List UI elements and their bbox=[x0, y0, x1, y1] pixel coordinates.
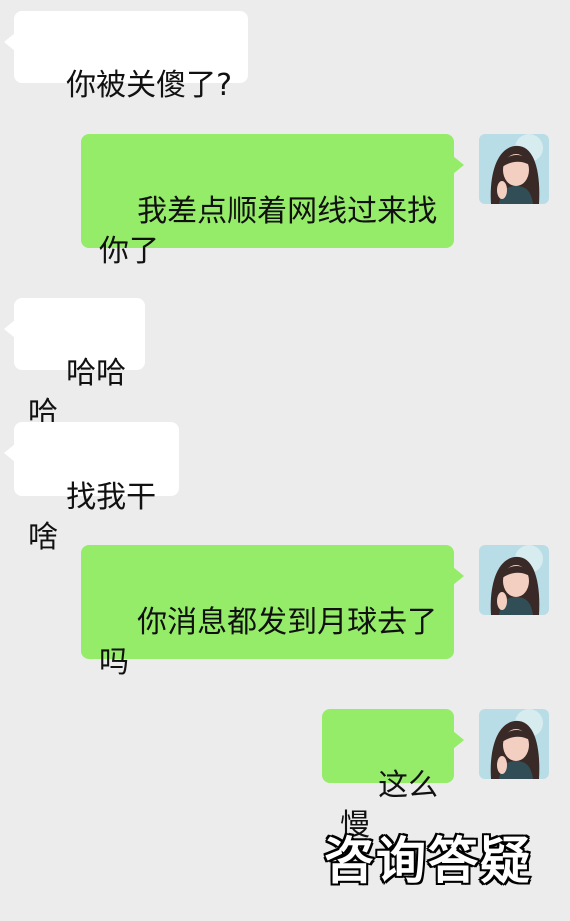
outgoing-message[interactable]: 我差点顺着网线过来找你了 bbox=[81, 134, 464, 269]
message-text: 你被关傻了? bbox=[66, 68, 233, 103]
incoming-message[interactable]: 找我干啥 bbox=[4, 422, 179, 555]
user-avatar[interactable] bbox=[479, 709, 549, 779]
message-text: 找我干啥 bbox=[28, 480, 157, 555]
outgoing-message[interactable]: 你消息都发到月球去了吗 bbox=[81, 545, 464, 680]
user-avatar[interactable] bbox=[479, 545, 549, 615]
message-text: 哈哈哈 bbox=[28, 356, 127, 431]
portrait-icon bbox=[479, 134, 549, 204]
outgoing-message[interactable]: 这么慢 bbox=[322, 709, 464, 843]
portrait-icon bbox=[479, 545, 549, 615]
chat-conversation: 你被关傻了? 我差点顺着网线过来找你了 哈哈哈 找我干啥 你消息都发到月球去了吗 bbox=[0, 0, 570, 921]
user-avatar[interactable] bbox=[479, 134, 549, 204]
incoming-message[interactable]: 你被关傻了? bbox=[4, 11, 248, 103]
portrait-icon bbox=[479, 709, 549, 779]
message-text: 你消息都发到月球去了吗 bbox=[99, 605, 438, 680]
overlay-caption: 咨询答疑 bbox=[323, 831, 532, 892]
incoming-message[interactable]: 哈哈哈 bbox=[4, 298, 145, 431]
message-text: 我差点顺着网线过来找你了 bbox=[99, 194, 438, 269]
